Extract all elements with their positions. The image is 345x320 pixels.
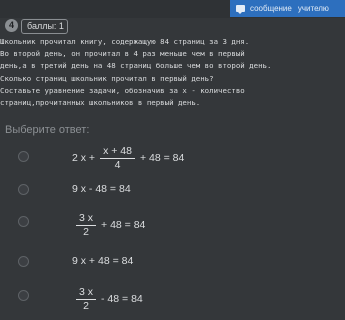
message-teacher-button[interactable]: сообщение учителю bbox=[230, 0, 345, 17]
equation: 2 х + х + 48 4 + 48 = 84 bbox=[72, 140, 184, 176]
equation: 3 х 2 - 48 = 84 bbox=[76, 282, 143, 316]
answer-option-2[interactable]: 9 х - 48 = 84 bbox=[0, 182, 345, 200]
question-line: Школьник прочитал книгу, содержащую 84 с… bbox=[0, 37, 250, 46]
radio-button[interactable] bbox=[18, 256, 29, 267]
radio-button[interactable] bbox=[18, 216, 29, 227]
task-number-badge: 4 bbox=[5, 19, 18, 32]
equation-lead: 2 х + bbox=[72, 152, 96, 164]
fraction: 3 х 2 bbox=[76, 286, 97, 312]
fraction-denominator: 2 bbox=[83, 225, 89, 238]
radio-button[interactable] bbox=[18, 290, 29, 301]
question-line: страниц,прочитанных школьников в первый … bbox=[0, 97, 201, 107]
equation: 9 х + 48 = 84 bbox=[72, 255, 134, 267]
fraction-numerator: 3 х bbox=[76, 286, 97, 300]
question-line: Во второй день, он прочитал в 4 раз мень… bbox=[0, 49, 245, 59]
fraction-numerator: 3 х bbox=[76, 212, 97, 226]
equation-tail: + 48 = 84 bbox=[139, 152, 185, 164]
fraction: х + 48 4 bbox=[100, 145, 135, 171]
fraction-numerator: х + 48 bbox=[100, 145, 135, 159]
question-line: Составьте уравнение задачи, обозначив за… bbox=[0, 85, 245, 95]
choose-answer-label: Выберите ответ: bbox=[5, 124, 90, 136]
task-header: 4 баллы: 1 bbox=[4, 18, 84, 34]
teacher-label: учителю bbox=[297, 4, 329, 13]
question-line: Сколько страниц школьник прочитал в перв… bbox=[0, 73, 214, 83]
message-label: сообщение bbox=[250, 4, 292, 13]
answer-option-5[interactable]: 3 х 2 - 48 = 84 bbox=[0, 282, 345, 316]
fraction-denominator: 4 bbox=[114, 158, 121, 171]
radio-button[interactable] bbox=[18, 184, 29, 195]
radio-button[interactable] bbox=[18, 151, 29, 162]
fraction-denominator: 2 bbox=[83, 299, 89, 312]
points-label: баллы: 1 bbox=[21, 19, 68, 34]
equation: 3 х 2 + 48 = 84 bbox=[76, 208, 145, 242]
fraction: 3 х 2 bbox=[76, 212, 97, 238]
question-text: Школьник прочитал книгу, содержащую 84 с… bbox=[0, 36, 345, 109]
answer-option-1[interactable]: 2 х + х + 48 4 + 48 = 84 bbox=[0, 140, 345, 176]
answer-option-3[interactable]: 3 х 2 + 48 = 84 bbox=[0, 208, 345, 242]
equation: 9 х - 48 = 84 bbox=[72, 183, 131, 195]
answer-option-4[interactable]: 9 х + 48 = 84 bbox=[0, 254, 345, 272]
equation-tail: + 48 = 84 bbox=[101, 219, 146, 231]
equation-tail: - 48 = 84 bbox=[101, 293, 143, 305]
top-bar: сообщение учителю bbox=[0, 0, 345, 18]
question-line: день,а в третий день на 48 страниц больш… bbox=[0, 61, 272, 71]
message-icon bbox=[236, 5, 245, 14]
